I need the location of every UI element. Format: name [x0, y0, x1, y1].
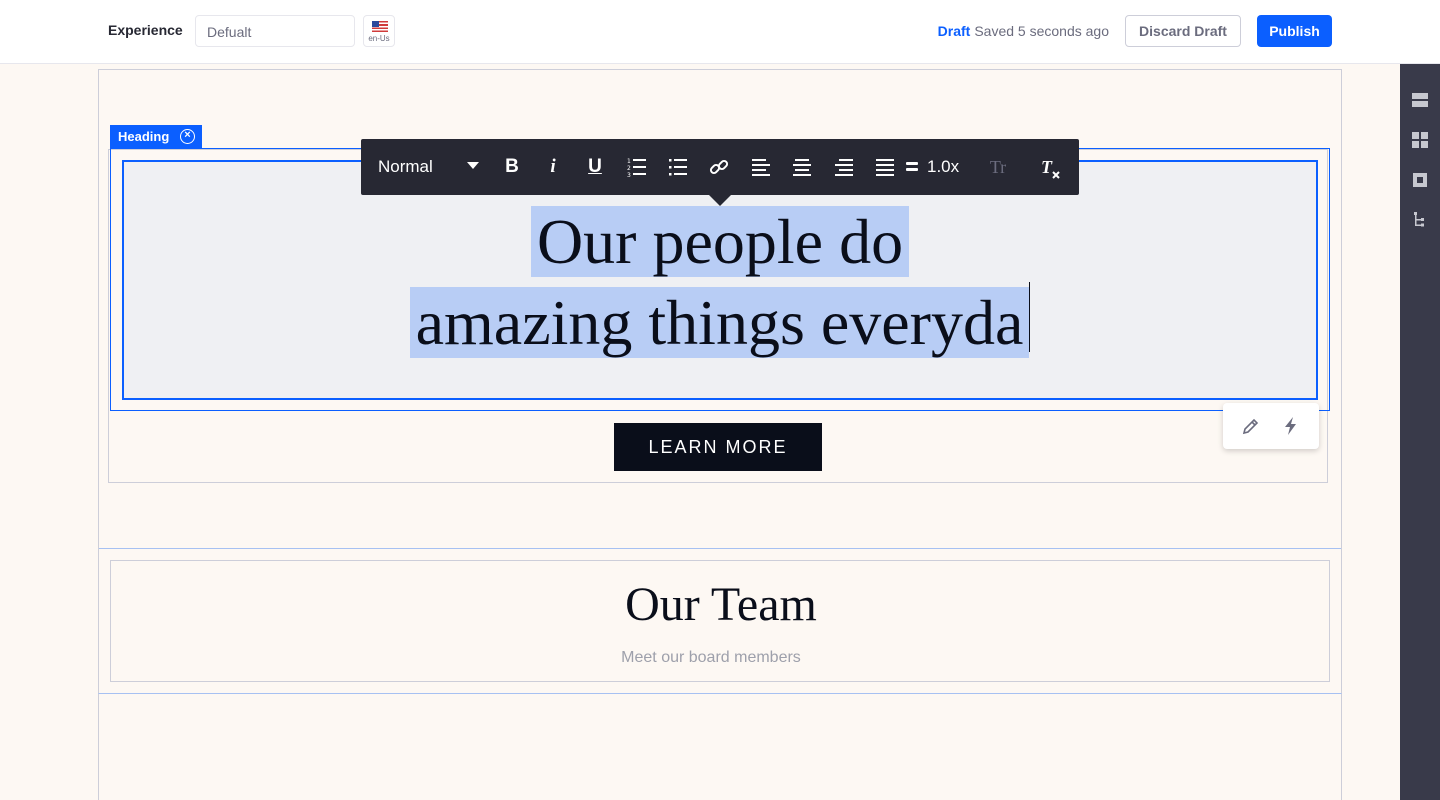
close-icon[interactable]: ×	[180, 129, 195, 144]
lightning-icon[interactable]	[1281, 416, 1301, 436]
right-sidebar	[1400, 64, 1440, 800]
clear-format-icon[interactable]: T	[1038, 155, 1062, 179]
link-icon[interactable]	[707, 155, 731, 179]
locale-selector-button[interactable]: en-Us	[363, 15, 395, 47]
align-right-icon[interactable]	[832, 155, 856, 179]
experience-label: Experience	[108, 22, 183, 38]
locale-code: en-Us	[368, 34, 390, 43]
text-style-icon[interactable]: Tr	[986, 155, 1010, 179]
draft-label: Draft	[937, 23, 971, 39]
team-container[interactable]: Our Team Meet our board members	[110, 560, 1330, 682]
draft-status: Draft Saved 5 seconds ago	[938, 23, 1109, 39]
align-center-icon[interactable]	[790, 155, 814, 179]
publish-button[interactable]: Publish	[1257, 15, 1332, 47]
svg-text:3: 3	[627, 172, 631, 177]
heading-line-2: amazing things everyda	[409, 287, 1030, 358]
ordered-list-icon[interactable]: 123	[625, 155, 649, 179]
rich-text-toolbar: Normal B i U 123 1.0x Tr T	[361, 139, 1079, 206]
text-caret	[1029, 282, 1031, 352]
section-builder-icon[interactable]	[1412, 92, 1428, 108]
tree-icon[interactable]	[1412, 212, 1428, 228]
page-structure-icon[interactable]	[1412, 172, 1428, 188]
top-bar: Experience Defualt en-Us Draft Saved 5 se…	[0, 0, 1440, 64]
fragment-actions-popover	[1223, 403, 1319, 449]
underline-icon[interactable]: U	[583, 155, 607, 179]
bold-icon[interactable]: B	[500, 155, 524, 179]
line-height-value[interactable]: 1.0x	[927, 157, 959, 177]
pencil-icon[interactable]	[1241, 416, 1261, 436]
heading-fragment-tag[interactable]: Heading ×	[110, 125, 202, 149]
italic-icon[interactable]: i	[541, 155, 565, 179]
saved-status: Saved 5 seconds ago	[974, 23, 1109, 39]
heading-text[interactable]: Our people do amazing things everyda	[124, 202, 1316, 363]
team-subtitle[interactable]: Meet our board members	[111, 649, 1311, 667]
learn-more-button[interactable]: LEARN MORE	[614, 423, 822, 471]
heading-line-1: Our people do	[530, 206, 910, 277]
justify-icon[interactable]	[873, 155, 897, 179]
discard-draft-button[interactable]: Discard Draft	[1125, 15, 1241, 47]
bulleted-list-icon[interactable]	[666, 155, 690, 179]
svg-text:2: 2	[627, 165, 631, 172]
line-height-icon[interactable]	[904, 155, 920, 179]
align-left-icon[interactable]	[749, 155, 773, 179]
svg-text:T: T	[1041, 157, 1053, 177]
team-title[interactable]: Our Team	[111, 577, 1331, 633]
svg-text:1: 1	[627, 158, 631, 165]
page-section-empty[interactable]	[98, 694, 1342, 800]
experience-select[interactable]: Defualt	[195, 15, 355, 47]
chevron-down-icon[interactable]	[467, 162, 479, 169]
text-style-select[interactable]: Normal	[378, 157, 433, 177]
heading-tag-label: Heading	[118, 129, 170, 144]
us-flag-icon	[372, 21, 388, 32]
widgets-icon[interactable]	[1412, 132, 1428, 148]
